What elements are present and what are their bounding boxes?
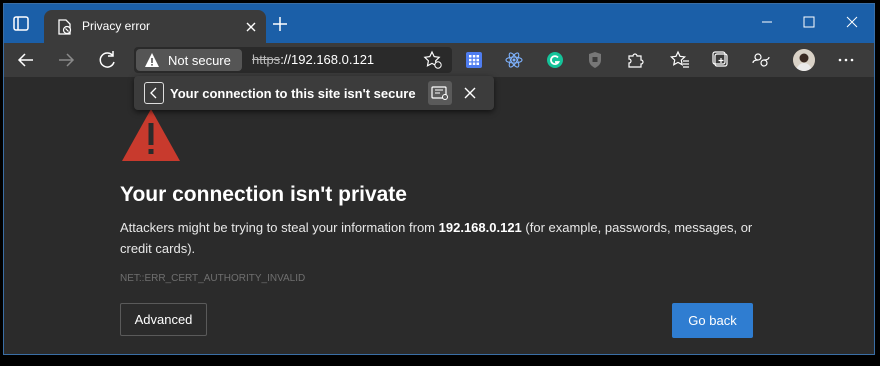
browser-window: Privacy error Not secure https://192.168… xyxy=(3,3,875,355)
maximize-icon[interactable] xyxy=(794,10,824,34)
error-code[interactable]: NET::ERR_CERT_AUTHORITY_INVALID xyxy=(120,273,305,284)
minimize-icon[interactable] xyxy=(752,10,782,34)
desc-prefix: Attackers might be trying to steal your … xyxy=(120,220,439,235)
title-bar: Privacy error xyxy=(4,4,874,44)
grammarly-icon[interactable] xyxy=(544,49,566,71)
tab-actions-icon[interactable] xyxy=(10,14,32,34)
apps-grid-icon[interactable] xyxy=(463,49,485,71)
error-page: Your connection isn't private Attackers … xyxy=(4,77,874,354)
back-icon[interactable] xyxy=(14,48,38,72)
favorites-icon[interactable] xyxy=(669,49,691,71)
address-bar[interactable]: Not secure https://192.168.0.121 xyxy=(134,47,452,73)
shield-extension-icon[interactable] xyxy=(584,49,606,71)
not-secure-button[interactable]: Not secure xyxy=(136,49,242,71)
tab-title: Privacy error xyxy=(82,19,151,33)
flyout-message: Your connection to this site isn't secur… xyxy=(170,86,416,101)
refresh-icon[interactable] xyxy=(95,48,119,72)
certificate-icon[interactable] xyxy=(428,81,452,105)
extensions-puzzle-icon[interactable] xyxy=(624,49,646,71)
close-popup-icon[interactable] xyxy=(460,83,480,103)
go-back-button[interactable]: Go back xyxy=(672,303,753,338)
chevron-left-icon[interactable] xyxy=(144,82,164,104)
warning-sign-icon xyxy=(122,109,180,161)
url-text[interactable]: https://192.168.0.121 xyxy=(252,52,374,67)
url-host: ://192.168.0.121 xyxy=(280,52,375,67)
profile-sync-icon[interactable] xyxy=(750,49,772,71)
url-scheme: https xyxy=(252,52,281,67)
close-tab-icon[interactable] xyxy=(242,18,260,36)
forward-icon[interactable] xyxy=(54,48,78,72)
profile-avatar[interactable] xyxy=(793,49,815,71)
warning-triangle-icon xyxy=(144,52,160,68)
security-label: Not secure xyxy=(168,53,231,68)
more-menu-icon[interactable] xyxy=(835,49,857,71)
close-window-icon[interactable] xyxy=(837,10,867,34)
advanced-button[interactable]: Advanced xyxy=(120,303,207,336)
toolbar: Not secure https://192.168.0.121 xyxy=(4,43,874,77)
site-favicon-icon xyxy=(56,19,72,35)
react-extension-icon[interactable] xyxy=(503,49,525,71)
security-flyout: Your connection to this site isn't secur… xyxy=(134,76,494,110)
desc-host: 192.168.0.121 xyxy=(438,220,522,235)
collections-icon[interactable] xyxy=(710,49,732,71)
tab-privacy-error[interactable]: Privacy error xyxy=(44,10,266,44)
favorite-add-icon[interactable] xyxy=(422,49,444,71)
new-tab-icon[interactable] xyxy=(270,14,290,34)
page-description: Attackers might be trying to steal your … xyxy=(120,217,770,259)
page-title: Your connection isn't private xyxy=(120,183,407,206)
